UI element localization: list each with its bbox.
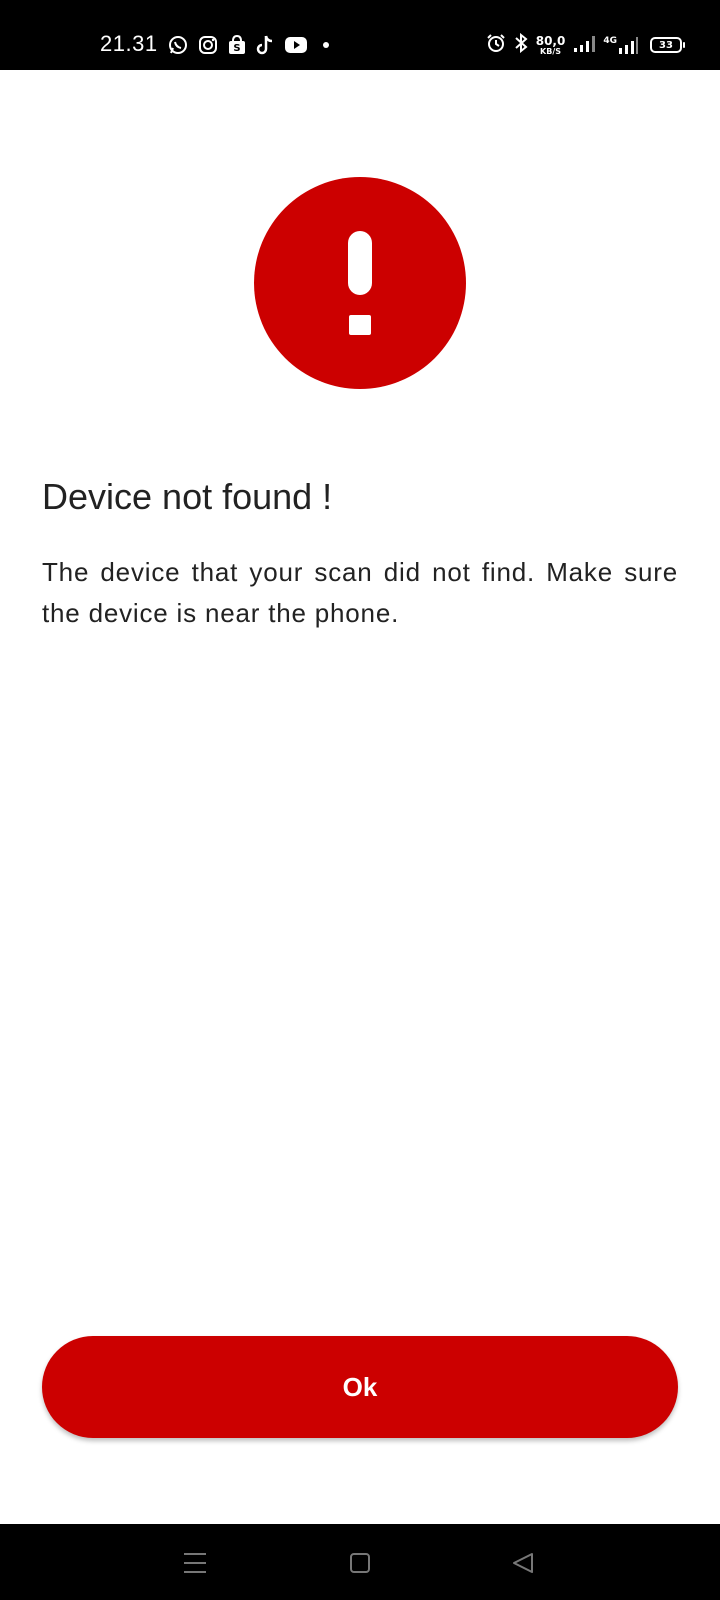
shopee-icon: S [228,35,246,55]
tiktok-icon [256,35,274,55]
alarm-icon [486,33,506,58]
battery-icon: 33 [650,37,685,53]
navigation-bar [0,1524,720,1600]
home-icon[interactable] [345,1548,375,1578]
exclamation-dot [349,315,371,335]
alert-circle-icon [254,177,466,389]
net-speed-value: 80,0 [535,33,566,48]
net-speed-indicator: 80,0 KB/S [536,35,566,56]
network-type-label: 4G [603,36,617,46]
bluetooth-icon [514,32,528,58]
system-icons: 80,0 KB/S 4G 33 [486,32,685,58]
net-speed-unit: KB/S [540,46,562,56]
status-time: 21.31 [100,31,158,56]
menu-icon[interactable] [180,1548,210,1578]
exclamation-bar [348,231,372,295]
ok-button[interactable]: Ok [42,1336,678,1438]
notification-icons: S [168,34,334,56]
dialog-message: The device that your scan did not find. … [42,557,678,628]
back-icon[interactable] [508,1548,538,1578]
instagram-icon [198,35,218,55]
youtube-icon [284,36,308,54]
whatsapp-icon [168,35,188,55]
signal-icon [573,34,596,57]
svg-text:S: S [233,43,240,54]
dialog-title: Device not found ! [42,476,333,517]
status-bar: 21.31 S 80,0 KB/S 4G 33 [0,0,720,70]
signal-4g-icon: 4G [603,36,638,54]
battery-level: 33 [659,39,673,51]
more-dot-icon [318,37,334,53]
